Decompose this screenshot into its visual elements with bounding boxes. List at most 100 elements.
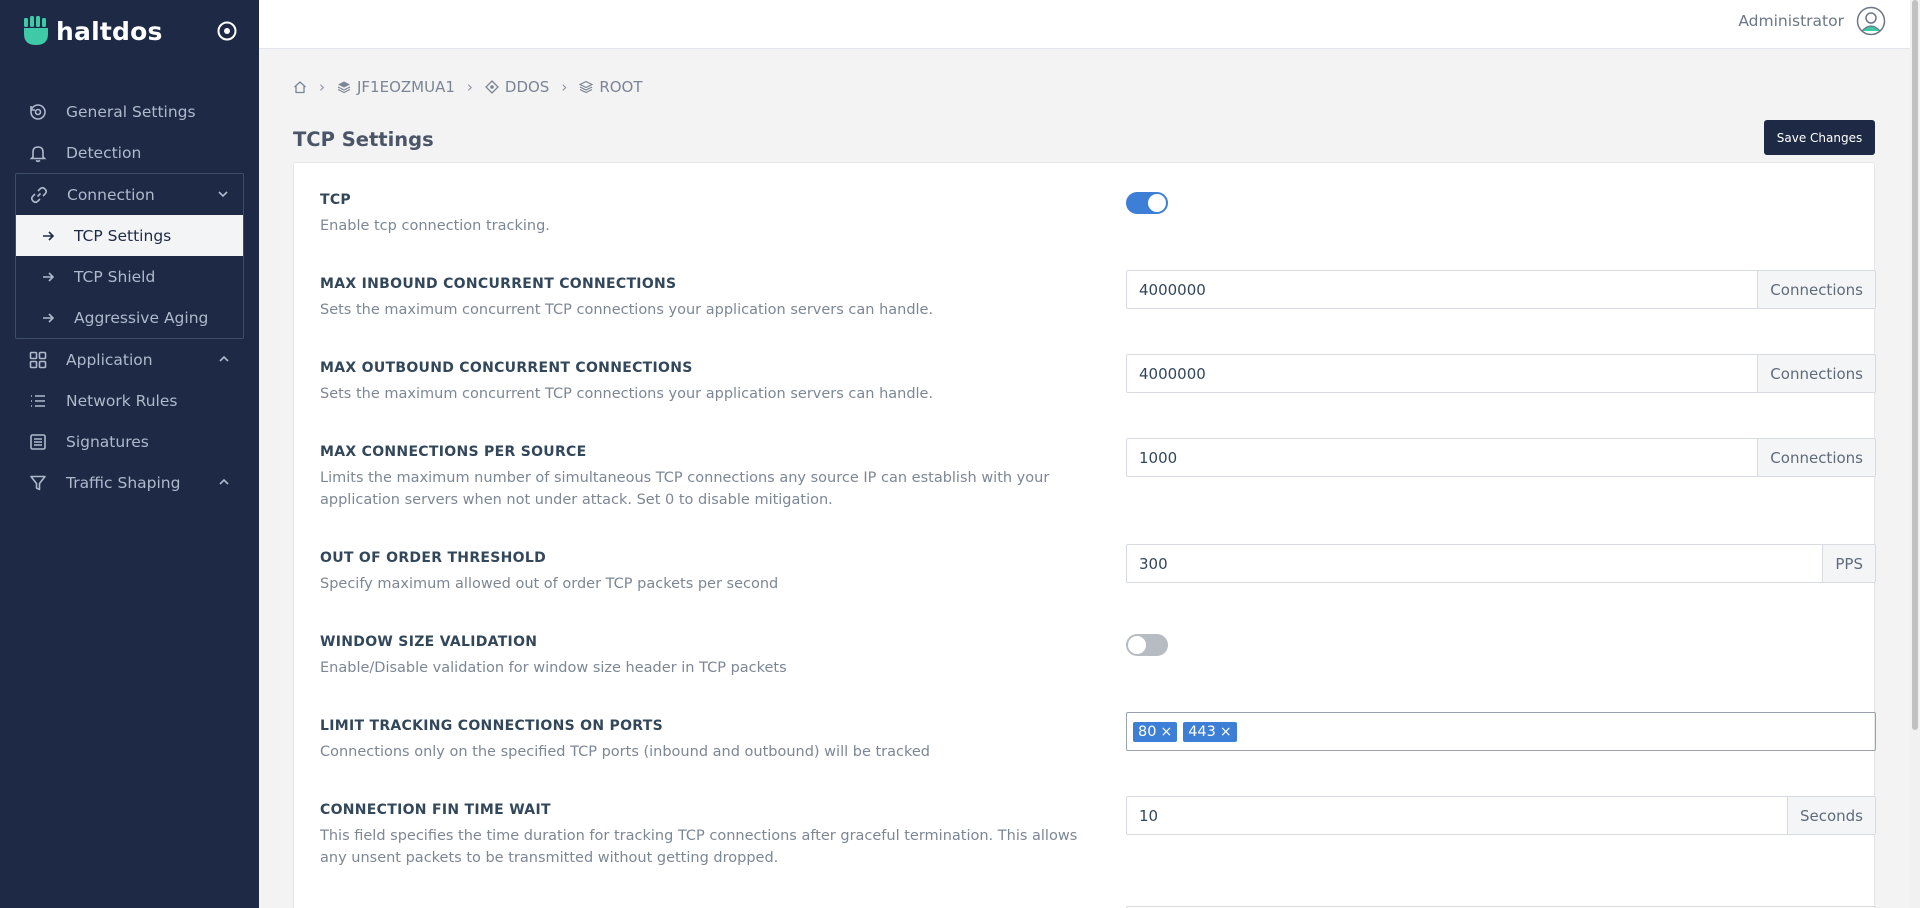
sidebar-subitem-label: TCP Shield bbox=[74, 267, 156, 286]
home-icon bbox=[294, 81, 306, 94]
sidebar-item-general-settings[interactable]: General Settings bbox=[0, 91, 259, 132]
setting-window-size: WINDOW SIZE VALIDATION Enable/Disable va… bbox=[320, 634, 1850, 679]
sidebar-item-label: Connection bbox=[67, 185, 155, 204]
page-title: TCP Settings bbox=[293, 128, 434, 151]
logo[interactable]: haltdos bbox=[22, 16, 163, 46]
topbar: Administrator bbox=[259, 0, 1910, 49]
setting-description: Connections only on the specified TCP po… bbox=[320, 744, 930, 760]
sidebar-item-network-rules[interactable]: Network Rules bbox=[0, 380, 259, 421]
breadcrumb-item-ddos[interactable]: DDOS bbox=[484, 78, 550, 96]
sidebar-item-label: Traffic Shaping bbox=[66, 473, 181, 492]
breadcrumb: › JF1EOZMUA1 › DDOS › ROOT bbox=[293, 78, 643, 96]
window-size-toggle[interactable] bbox=[1126, 634, 1168, 656]
diamond-target-icon bbox=[484, 80, 499, 94]
sidebar-subitem-label: Aggressive Aging bbox=[74, 308, 209, 327]
unit-addon: Connections bbox=[1757, 271, 1875, 308]
input-group: Connections bbox=[1126, 438, 1876, 477]
breadcrumb-label: DDOS bbox=[504, 78, 550, 96]
toggle-knob bbox=[1128, 636, 1146, 654]
breadcrumb-item-root[interactable]: ROOT bbox=[579, 78, 643, 96]
sidebar-item-label: Application bbox=[66, 350, 153, 369]
chevron-up-icon bbox=[219, 478, 229, 485]
setting-description: Specify maximum allowed out of order TCP… bbox=[320, 576, 779, 592]
input-group: Seconds bbox=[1126, 796, 1876, 835]
setting-description: This field specifies the time duration f… bbox=[320, 828, 1078, 866]
port-tag: 443 × bbox=[1183, 721, 1237, 742]
ports-tag-input[interactable]: 80 × 443 × bbox=[1126, 712, 1876, 751]
setting-description: Sets the maximum concurrent TCP connecti… bbox=[320, 302, 934, 318]
max-inbound-input[interactable] bbox=[1127, 271, 1758, 308]
out-of-order-input[interactable] bbox=[1127, 545, 1823, 582]
setting-tcp: TCP Enable tcp connection tracking. bbox=[320, 192, 1850, 237]
tcp-toggle[interactable] bbox=[1126, 192, 1168, 214]
sidebar-subitem-tcp-settings[interactable]: TCP Settings bbox=[16, 215, 243, 256]
user-menu[interactable]: Administrator bbox=[1738, 6, 1886, 36]
sidebar-item-label: Signatures bbox=[66, 432, 149, 451]
setting-control bbox=[1126, 634, 1876, 656]
sidebar-subitem-aggressive-aging[interactable]: Aggressive Aging bbox=[16, 297, 243, 338]
fin-time-wait-input[interactable] bbox=[1127, 797, 1787, 834]
brand-name: haltdos bbox=[56, 16, 163, 46]
unit-addon: Connections bbox=[1757, 355, 1875, 392]
remove-tag-icon[interactable]: × bbox=[1220, 724, 1232, 740]
input-group: Connections bbox=[1126, 354, 1876, 393]
breadcrumb-separator: › bbox=[466, 78, 473, 96]
unit-addon: Seconds bbox=[1786, 797, 1875, 834]
save-changes-button[interactable]: Save Changes bbox=[1764, 120, 1875, 155]
setting-control: Connections bbox=[1126, 270, 1876, 309]
breadcrumb-label: JF1EOZMUA1 bbox=[357, 78, 455, 96]
setting-description: Enable/Disable validation for window siz… bbox=[320, 660, 787, 676]
layers-icon bbox=[579, 80, 594, 94]
setting-max-per-source: MAX CONNECTIONS PER SOURCE Limits the ma… bbox=[320, 438, 1876, 511]
list-icon bbox=[28, 391, 48, 411]
settings-card: TCP Enable tcp connection tracking. MAX … bbox=[293, 162, 1876, 908]
setting-control bbox=[1126, 192, 1876, 214]
avatar-icon[interactable] bbox=[1856, 6, 1886, 36]
input-group: PPS bbox=[1126, 544, 1876, 583]
sidebar-item-connection[interactable]: Connection bbox=[16, 174, 243, 215]
sidebar: haltdos General Settings Detection Conne… bbox=[0, 0, 259, 908]
breadcrumb-home[interactable] bbox=[293, 80, 307, 94]
sidebar-item-signatures[interactable]: Signatures bbox=[0, 421, 259, 462]
sidebar-item-label: General Settings bbox=[66, 102, 196, 121]
setting-fin-time-wait: CONNECTION FIN TIME WAIT This field spec… bbox=[320, 796, 1876, 869]
setting-control: Connections bbox=[1126, 354, 1876, 393]
arrow-right-icon bbox=[41, 270, 55, 284]
unit-addon: PPS bbox=[1822, 545, 1875, 582]
sidebar-item-application[interactable]: Application bbox=[0, 339, 259, 380]
setting-max-outbound: MAX OUTBOUND CONCURRENT CONNECTIONS Sets… bbox=[320, 354, 1876, 405]
max-per-source-input[interactable] bbox=[1127, 439, 1758, 476]
settings-cycle-icon bbox=[28, 102, 48, 122]
layers-icon bbox=[337, 81, 351, 94]
sidebar-subitem-tcp-shield[interactable]: TCP Shield bbox=[16, 256, 243, 297]
scrollbar[interactable] bbox=[1910, 0, 1920, 908]
tag-label: 443 bbox=[1188, 723, 1216, 740]
setting-control: 80 × 443 × bbox=[1126, 712, 1876, 751]
input-group: Connections bbox=[1126, 270, 1876, 309]
chevron-down-icon bbox=[218, 191, 228, 198]
breadcrumb-separator: › bbox=[319, 78, 325, 96]
sidebar-group-connection: Connection TCP Settings TCP Shield Aggre… bbox=[15, 173, 244, 339]
breadcrumb-item-device[interactable]: JF1EOZMUA1 bbox=[337, 78, 455, 96]
sidebar-item-traffic-shaping[interactable]: Traffic Shaping bbox=[0, 462, 259, 503]
target-icon[interactable] bbox=[216, 20, 238, 42]
arrow-right-icon bbox=[41, 311, 55, 325]
grid-icon bbox=[28, 350, 48, 370]
toggle-knob bbox=[1148, 194, 1166, 212]
max-outbound-input[interactable] bbox=[1127, 355, 1758, 392]
setting-control: Connections bbox=[1126, 438, 1876, 477]
setting-description: Sets the maximum concurrent TCP connecti… bbox=[320, 386, 934, 402]
setting-limit-ports: LIMIT TRACKING CONNECTIONS ON PORTS Conn… bbox=[320, 712, 1876, 763]
document-list-icon bbox=[28, 432, 48, 452]
filter-icon bbox=[28, 473, 48, 493]
port-tag: 80 × bbox=[1133, 721, 1178, 742]
breadcrumb-label: ROOT bbox=[599, 78, 643, 96]
remove-tag-icon[interactable]: × bbox=[1160, 724, 1172, 740]
arrow-right-icon bbox=[41, 229, 55, 243]
setting-control: PPS bbox=[1126, 544, 1876, 583]
scrollbar-thumb[interactable] bbox=[1912, 0, 1918, 730]
setting-description: Enable tcp connection tracking. bbox=[320, 218, 550, 234]
unit-addon: Connections bbox=[1757, 439, 1875, 476]
sidebar-item-detection[interactable]: Detection bbox=[0, 132, 259, 173]
sidebar-item-label: Detection bbox=[66, 143, 142, 162]
